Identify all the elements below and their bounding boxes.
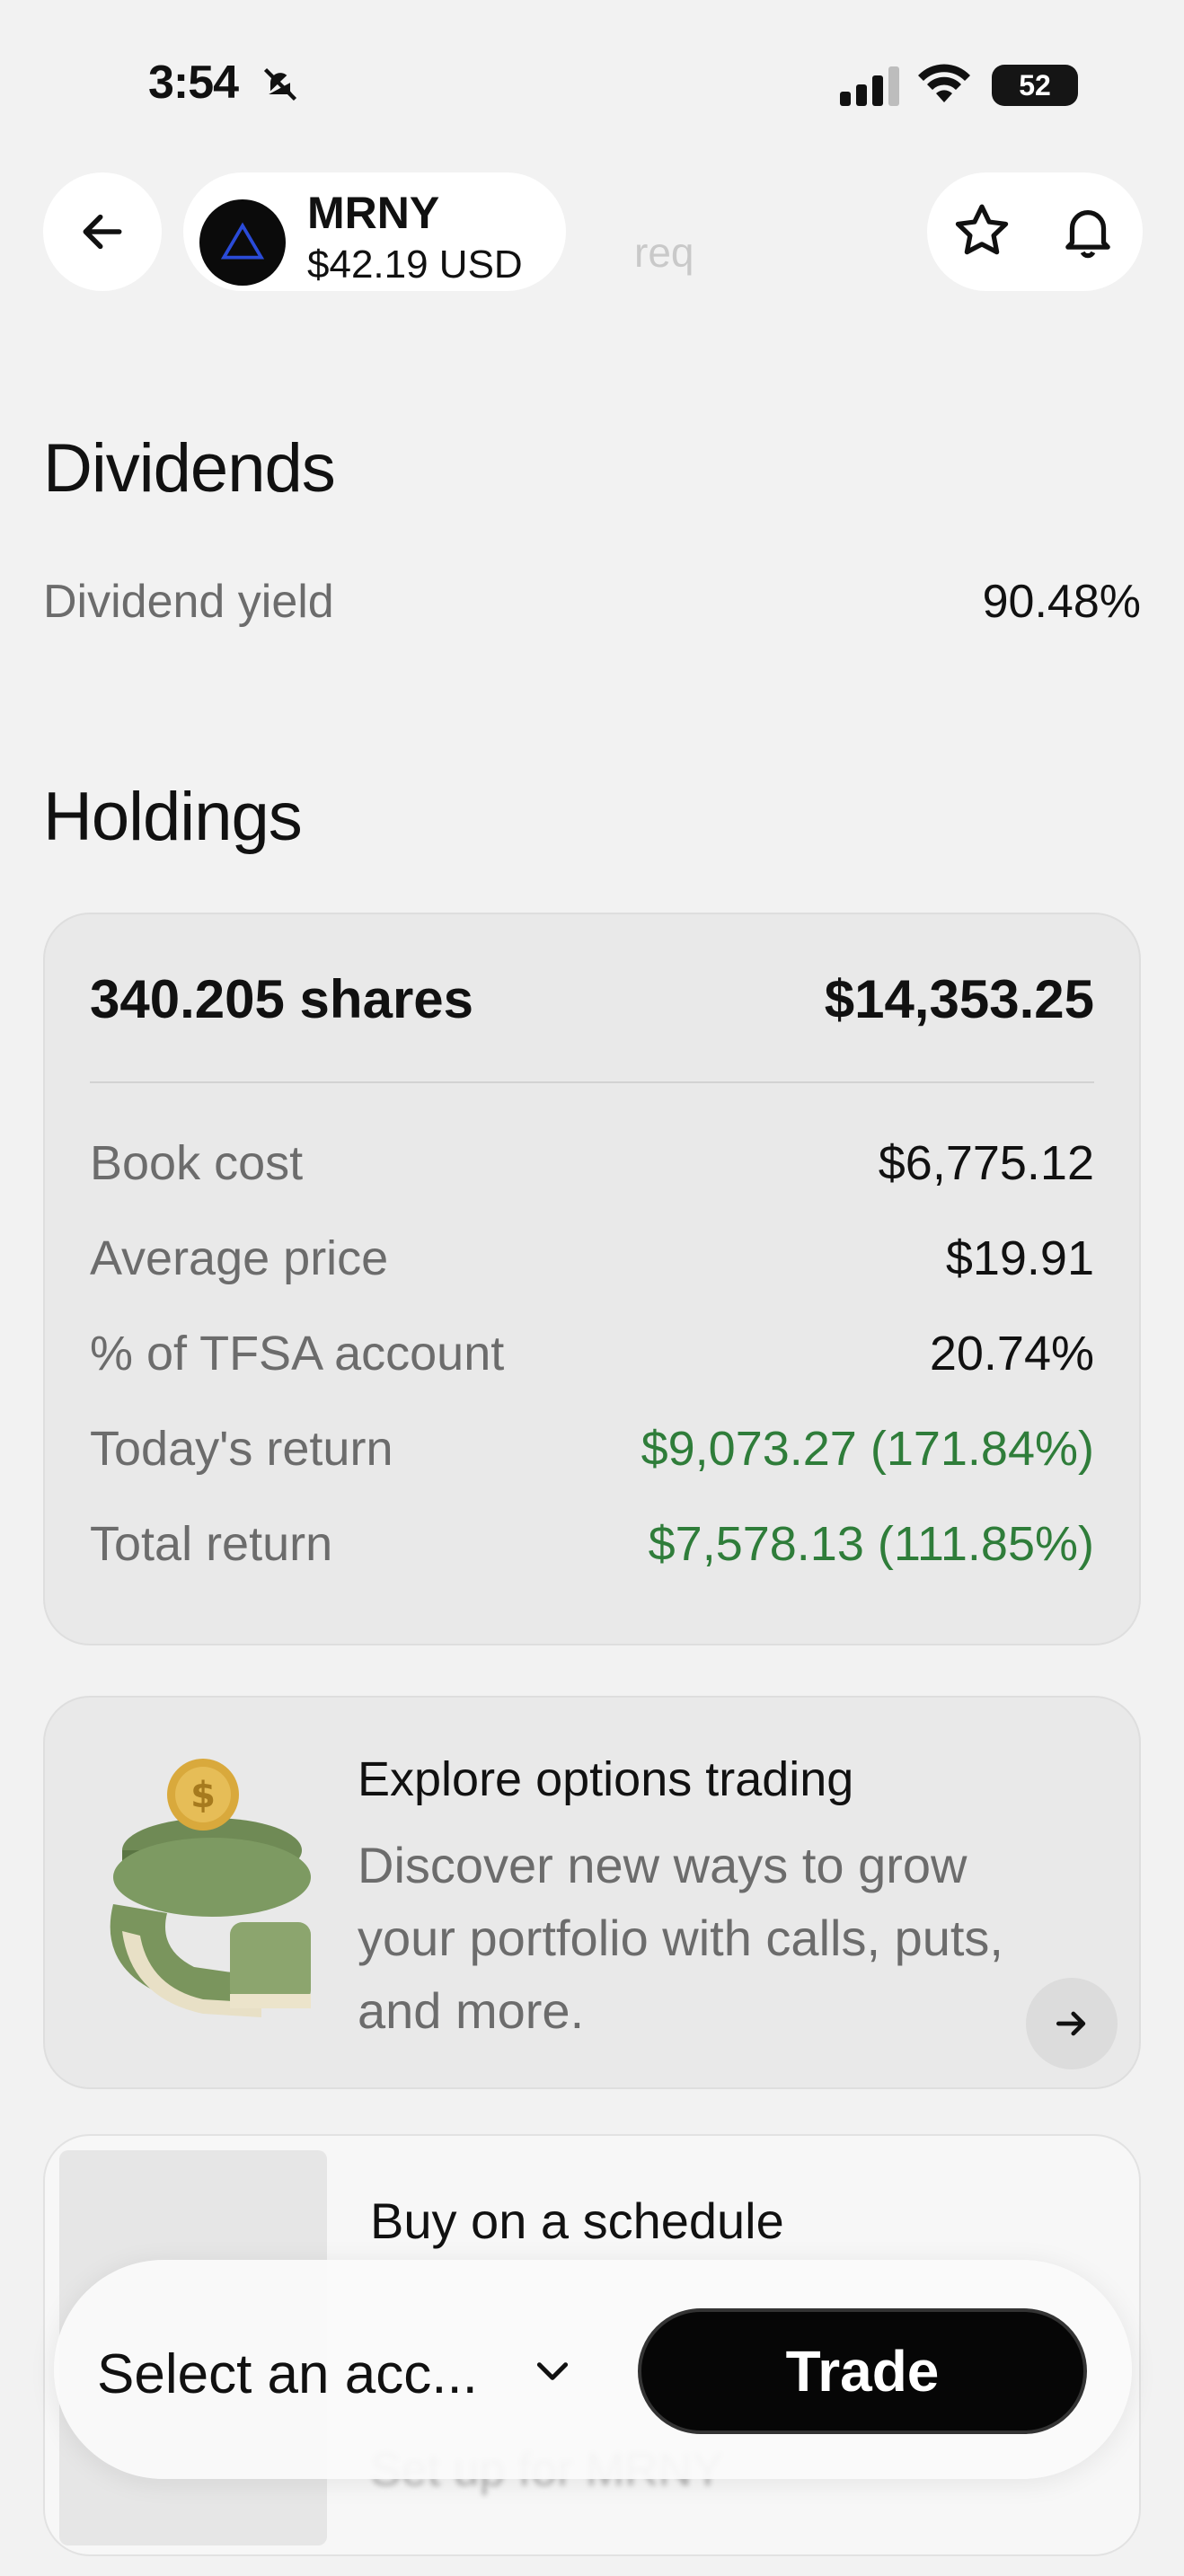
options-promo-description: Discover new ways to grow your portfolio…	[358, 1837, 1003, 2039]
options-coin-illustration: $	[110, 1759, 311, 2017]
book-cost-label: Book cost	[90, 1136, 304, 1190]
arrow-right-icon	[1056, 2011, 1086, 2036]
bell-icon[interactable]	[1056, 199, 1119, 262]
account-percent-value: 20.74%	[929, 1327, 1094, 1381]
dividend-yield-value: 90.48%	[982, 576, 1141, 628]
ticker-logo	[199, 199, 286, 286]
dividends-title: Dividends	[43, 430, 336, 507]
chevron-down-icon[interactable]	[530, 2348, 575, 2393]
account-select[interactable]: Select an acc...	[97, 2342, 478, 2406]
battery-indicator: 52	[992, 65, 1078, 106]
signal-icon	[840, 66, 899, 106]
todays-return-label: Today's return	[90, 1422, 393, 1476]
schedule-promo-title: Buy on a schedule	[370, 2192, 784, 2249]
options-arrow-button[interactable]	[1026, 1978, 1118, 2069]
average-price-value: $19.91	[945, 1231, 1094, 1285]
triangle-logo-icon	[220, 222, 265, 260]
ticker-price: $42.19 USD	[307, 243, 523, 287]
divider	[90, 1081, 1094, 1083]
status-time: 3:54	[148, 57, 239, 109]
account-percent-label: % of TFSA account	[90, 1327, 505, 1381]
faded-header-text: req	[634, 229, 694, 276]
ticker-symbol: MRNY	[307, 188, 440, 238]
bell-muted-icon	[263, 67, 297, 101]
wifi-icon	[918, 64, 970, 102]
back-button[interactable]	[43, 172, 162, 291]
shares-count: 340.205 shares	[90, 969, 474, 1029]
total-return-value: $7,578.13 (111.85%)	[648, 1517, 1094, 1571]
average-price-label: Average price	[90, 1231, 389, 1285]
market-value: $14,353.25	[824, 969, 1094, 1029]
dividend-yield-label: Dividend yield	[43, 576, 334, 628]
star-icon[interactable]	[950, 199, 1013, 262]
holdings-title: Holdings	[43, 779, 303, 855]
book-cost-value: $6,775.12	[878, 1136, 1094, 1190]
todays-return-value: $9,073.27 (171.84%)	[641, 1422, 1094, 1476]
total-return-label: Total return	[90, 1517, 333, 1571]
options-promo-title: Explore options trading	[358, 1752, 854, 1806]
back-arrow-icon	[83, 214, 122, 250]
svg-text:$: $	[190, 1775, 216, 1816]
trade-button[interactable]: Trade	[638, 2308, 1087, 2434]
